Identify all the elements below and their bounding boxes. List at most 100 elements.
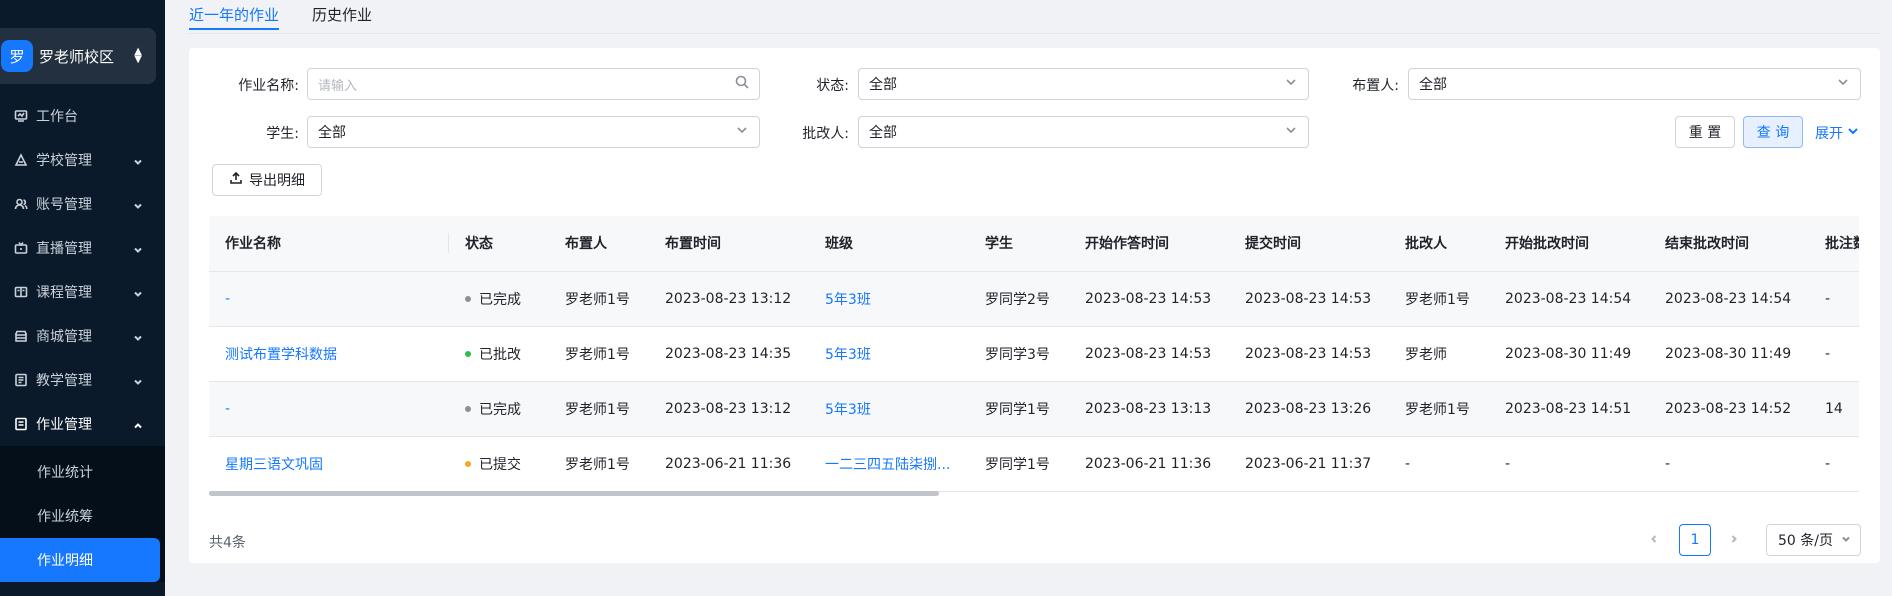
status-cell: 已完成	[449, 271, 549, 327]
table-row: 星期三语文巩固 已提交 罗老师1号 2023-06-21 11:36 一二三四五…	[209, 436, 1859, 492]
sidebar-item-dashboard[interactable]: 工作台	[0, 94, 165, 138]
homework-name-link[interactable]: -	[209, 381, 449, 437]
grade-start-time-cell: 2023-08-30 11:49	[1489, 326, 1649, 382]
sidebar-nav: 工作台 学校管理 账号管理 直播管理 课程管理 商城管理 教学管理 作业管理 作…	[0, 94, 165, 582]
column-header-student: 学生	[969, 216, 1069, 272]
homework-name-link[interactable]: -	[209, 271, 449, 327]
chevron-down-icon	[1843, 125, 1859, 141]
total-count: 共4条	[209, 535, 246, 551]
student-cell: 罗同学2号	[969, 271, 1069, 327]
status-text: 已提交	[479, 456, 521, 473]
student-select[interactable]: 全部	[307, 116, 760, 148]
page-number-current[interactable]: 1	[1679, 524, 1711, 556]
search-icon	[735, 75, 749, 93]
sidebar-item-course[interactable]: 课程管理	[0, 270, 165, 314]
table-header-row: 作业名称 状态 布置人 布置时间 班级 学生 开始作答时间 提交时间 批改人 开…	[209, 216, 1859, 272]
live-icon	[14, 241, 28, 255]
sidebar-item-homework[interactable]: 作业管理	[0, 402, 165, 446]
grader-select[interactable]: 全部	[858, 116, 1309, 148]
chevron-down-icon	[1284, 123, 1298, 141]
notes-cell: 14	[1809, 381, 1859, 437]
start-answer-time-cell: 2023-06-21 11:36	[1069, 436, 1229, 492]
grader-cell: 罗老师	[1389, 326, 1489, 382]
homework-name-link[interactable]: 星期三语文巩固	[209, 436, 449, 492]
class-link[interactable]: 5年3班	[809, 271, 969, 327]
sidebar-subitem-homework-planning[interactable]: 作业统筹	[0, 494, 165, 538]
sidebar-subitem-homework-detail[interactable]: 作业明细	[0, 538, 160, 582]
sidebar-item-label: 教学管理	[36, 373, 92, 389]
sidebar-item-teaching[interactable]: 教学管理	[0, 358, 165, 402]
column-header-submit-time: 提交时间	[1229, 216, 1389, 272]
tab-recent-year[interactable]: 近一年的作业	[189, 0, 280, 30]
query-button[interactable]: 查 询	[1743, 116, 1803, 148]
school-switcher[interactable]: 罗 罗老师校区 ▲ ▼	[0, 28, 156, 84]
sidebar-item-label: 工作台	[36, 109, 78, 125]
export-details-button[interactable]: 导出明细	[212, 164, 322, 196]
table-horizontal-scrollbar[interactable]	[209, 491, 939, 496]
reset-button[interactable]: 重 置	[1675, 116, 1735, 148]
sidebar-item-label: 直播管理	[36, 241, 92, 257]
class-link[interactable]: 5年3班	[809, 326, 969, 382]
grade-end-time-cell: -	[1649, 436, 1809, 492]
tab-bar: 近一年的作业 历史作业	[189, 0, 405, 34]
status-select[interactable]: 全部	[858, 68, 1309, 100]
assign-time-cell: 2023-08-23 13:12	[649, 381, 809, 437]
expand-label: 展开	[1815, 126, 1843, 142]
status-dot	[465, 350, 471, 357]
table-row: 测试布置学科数据 已批改 罗老师1号 2023-08-23 14:35 5年3班…	[209, 326, 1859, 382]
assigner-cell: 罗老师1号	[549, 271, 649, 327]
page-size-select[interactable]: 50 条/页	[1766, 524, 1861, 556]
class-link[interactable]: 5年3班	[809, 381, 969, 437]
sidebar-item-label: 商城管理	[36, 329, 92, 345]
homework-name-placeholder: 请输入	[318, 78, 358, 94]
start-answer-time-cell: 2023-08-23 13:13	[1069, 381, 1229, 437]
main-panel: 作业名称: 请输入 状态: 全部 布置人: 全部 学生: 全部 批改人: 全部 …	[189, 48, 1880, 563]
status-cell: 已批改	[449, 326, 549, 382]
student-cell: 罗同学3号	[969, 326, 1069, 382]
status-cell: 已提交	[449, 436, 549, 492]
status-dot	[465, 295, 471, 302]
chevron-down-icon	[133, 155, 143, 165]
sidebar-subitem-homework-stats[interactable]: 作业统计	[0, 450, 165, 494]
status-select-value: 全部	[869, 77, 897, 93]
tab-divider	[189, 33, 1880, 34]
student-cell: 罗同学1号	[969, 381, 1069, 437]
grader-cell: 罗老师1号	[1389, 271, 1489, 327]
assigner-select[interactable]: 全部	[1408, 68, 1861, 100]
student-select-value: 全部	[318, 125, 346, 141]
school-icon	[14, 153, 28, 167]
assign-time-cell: 2023-06-21 11:36	[649, 436, 809, 492]
school-logo: 罗	[1, 40, 33, 72]
homework-name-input[interactable]: 请输入	[307, 68, 760, 100]
submit-time-cell: 2023-08-23 13:26	[1229, 381, 1389, 437]
next-page-icon[interactable]	[1729, 532, 1743, 546]
expand-toggle[interactable]: 展开	[1815, 123, 1859, 143]
status-text: 已批改	[479, 346, 521, 363]
column-header-start-answer-time: 开始作答时间	[1069, 216, 1229, 272]
course-icon	[14, 285, 28, 299]
tab-history[interactable]: 历史作业	[312, 0, 372, 30]
sidebar-item-shop[interactable]: 商城管理	[0, 314, 165, 358]
class-link[interactable]: 一二三四五陆柒捌...	[809, 436, 969, 492]
homework-name-link[interactable]: 测试布置学科数据	[209, 326, 449, 382]
sidebar-item-label: 账号管理	[36, 197, 92, 213]
export-label: 导出明细	[249, 173, 305, 189]
submit-time-cell: 2023-08-23 14:53	[1229, 326, 1389, 382]
grade-start-time-cell: -	[1489, 436, 1649, 492]
switch-arrows-icon: ▲ ▼	[134, 46, 142, 65]
grade-end-time-cell: 2023-08-30 11:49	[1649, 326, 1809, 382]
status-cell: 已完成	[449, 381, 549, 437]
grade-end-time-cell: 2023-08-23 14:54	[1649, 271, 1809, 327]
prev-page-icon[interactable]	[1649, 532, 1663, 546]
assigner-cell: 罗老师1号	[549, 436, 649, 492]
sidebar-item-live[interactable]: 直播管理	[0, 226, 165, 270]
assign-time-cell: 2023-08-23 14:35	[649, 326, 809, 382]
sidebar-item-school[interactable]: 学校管理	[0, 138, 165, 182]
grader-label: 批改人:	[802, 126, 849, 142]
column-header-grade-start-time: 开始批改时间	[1489, 216, 1649, 272]
chevron-down-icon	[133, 331, 143, 341]
sidebar-item-account[interactable]: 账号管理	[0, 182, 165, 226]
column-header-class: 班级	[809, 216, 969, 272]
notes-cell: -	[1809, 326, 1859, 382]
homework-table: 作业名称 状态 布置人 布置时间 班级 学生 开始作答时间 提交时间 批改人 开…	[209, 216, 1859, 496]
